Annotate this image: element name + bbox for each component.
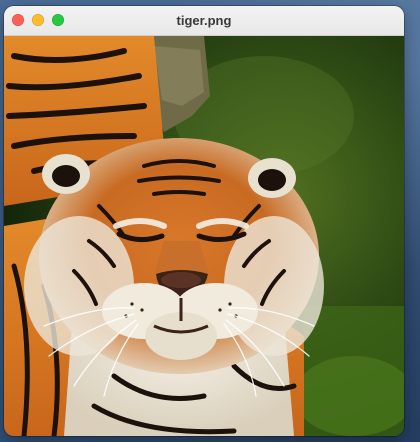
tiger-photo [4, 36, 404, 436]
image-view[interactable] [4, 36, 404, 436]
preview-window: tiger.png [4, 6, 404, 436]
window-title: tiger.png [176, 13, 232, 28]
title-bar[interactable]: tiger.png [4, 6, 404, 36]
